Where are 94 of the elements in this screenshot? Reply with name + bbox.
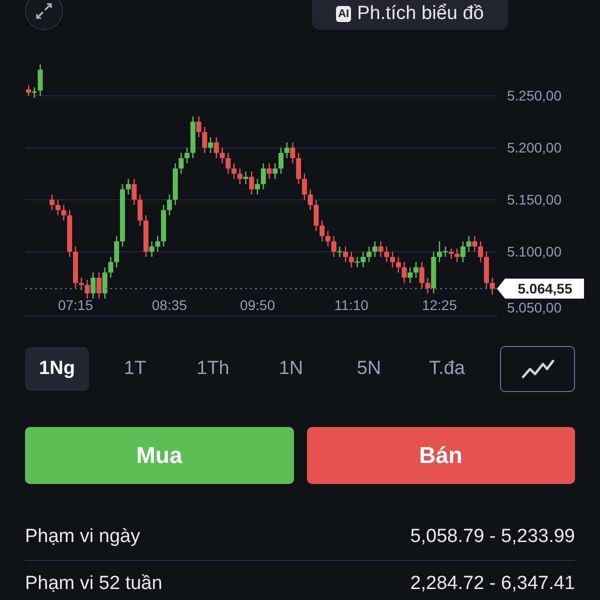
candlestick — [325, 230, 330, 248]
candlestick — [343, 246, 348, 263]
candlestick — [466, 236, 472, 252]
line-chart-icon — [520, 358, 554, 380]
candlestick — [231, 162, 236, 180]
candlestick — [320, 220, 325, 242]
candlestick — [50, 194, 55, 211]
axis-label: 5.150,00 — [507, 192, 562, 208]
candlestick — [132, 178, 137, 206]
range-tab[interactable]: 5N — [337, 347, 401, 391]
candlestick — [243, 171, 248, 185]
candlestick — [278, 147, 284, 174]
candlestick — [208, 136, 214, 154]
candlestick — [166, 194, 172, 216]
candlestick — [296, 152, 302, 185]
candlestick — [372, 240, 378, 258]
stat-label: Phạm vi 52 tuần — [25, 573, 162, 595]
chart-analysis-button[interactable]: AI Ph.tích biểu đồ — [312, 0, 508, 30]
candlestick — [214, 136, 219, 159]
candlestick — [419, 262, 424, 289]
candlestick — [396, 256, 401, 274]
candlestick — [290, 142, 296, 164]
candlestick — [184, 147, 190, 164]
ref-line-label: 5.064,55 — [518, 280, 572, 297]
candlestick — [249, 171, 254, 196]
candlestick — [260, 162, 266, 190]
candlestick — [454, 248, 460, 263]
candlestick — [55, 199, 60, 216]
axis-label: 09:50 — [240, 297, 275, 313]
candlestick — [254, 178, 260, 196]
axis-label: 5.250,00 — [507, 88, 562, 104]
candlestick — [220, 147, 225, 164]
expand-icon — [35, 2, 53, 20]
candlestick — [102, 266, 108, 300]
candlestick — [61, 204, 66, 222]
candlestick — [126, 178, 131, 196]
range-tab[interactable]: 1Th — [181, 347, 245, 391]
candlestick — [490, 277, 495, 296]
candlestick — [402, 262, 407, 284]
candlestick — [178, 152, 184, 174]
candlestick — [408, 266, 413, 284]
candlestick — [114, 236, 120, 268]
expand-button[interactable] — [25, 0, 63, 30]
candlestick — [448, 248, 454, 260]
candlestick — [413, 262, 418, 278]
candlestick — [302, 173, 307, 200]
axis-label: 12:25 — [422, 297, 457, 313]
axis-label: 07:15 — [58, 297, 93, 313]
range-tab[interactable]: T.đa — [415, 347, 479, 391]
ai-badge: AI — [336, 6, 352, 22]
candlestick — [237, 168, 242, 185]
axis-label: 5.100,00 — [507, 244, 562, 260]
candlestick — [202, 126, 208, 154]
range-tab[interactable]: 1Ng — [25, 347, 89, 391]
candlestick — [337, 246, 342, 258]
candlestick — [226, 152, 231, 174]
candlestick — [366, 246, 372, 263]
candlestick — [284, 142, 290, 159]
candlestick — [314, 199, 319, 232]
range-tab[interactable]: 1N — [259, 347, 323, 391]
stat-value: 5,058.79 - 5,233.99 — [410, 526, 575, 548]
axis-label: 08:35 — [152, 297, 187, 313]
candlestick — [78, 277, 84, 291]
candlestick — [348, 251, 354, 268]
candlestick — [308, 188, 313, 211]
axis-label: 5.050,00 — [507, 300, 562, 316]
stat-value: 2,284.72 - 6,347.41 — [410, 573, 575, 595]
candlestick — [138, 194, 143, 226]
candlestick — [266, 162, 272, 180]
candlestick — [478, 240, 484, 263]
candlestick — [460, 240, 466, 263]
candlestick — [108, 256, 114, 278]
line-chart-button[interactable] — [500, 346, 575, 392]
candlestick — [38, 64, 43, 96]
candlestick — [96, 272, 102, 300]
candlestick — [425, 277, 430, 294]
candlestick — [384, 246, 390, 263]
candlestick — [331, 236, 336, 258]
price-tag: 5.064,55 — [497, 278, 584, 299]
axis-label: 5.200,00 — [507, 140, 562, 156]
candlestick — [90, 272, 96, 300]
axis-label: 11:10 — [334, 297, 368, 313]
stat-label: Phạm vi ngày — [25, 526, 140, 548]
candlestick — [390, 251, 396, 268]
candlestick — [272, 162, 278, 180]
candlestick — [472, 236, 478, 252]
candlestick — [155, 236, 160, 252]
range-tab[interactable]: 1T — [103, 347, 167, 391]
candlestick — [196, 116, 202, 138]
candlestick — [84, 279, 90, 300]
candlestick — [149, 240, 154, 258]
candlestick — [26, 84, 32, 96]
sell-button[interactable]: Bán — [306, 427, 575, 484]
candlestick — [378, 240, 384, 258]
